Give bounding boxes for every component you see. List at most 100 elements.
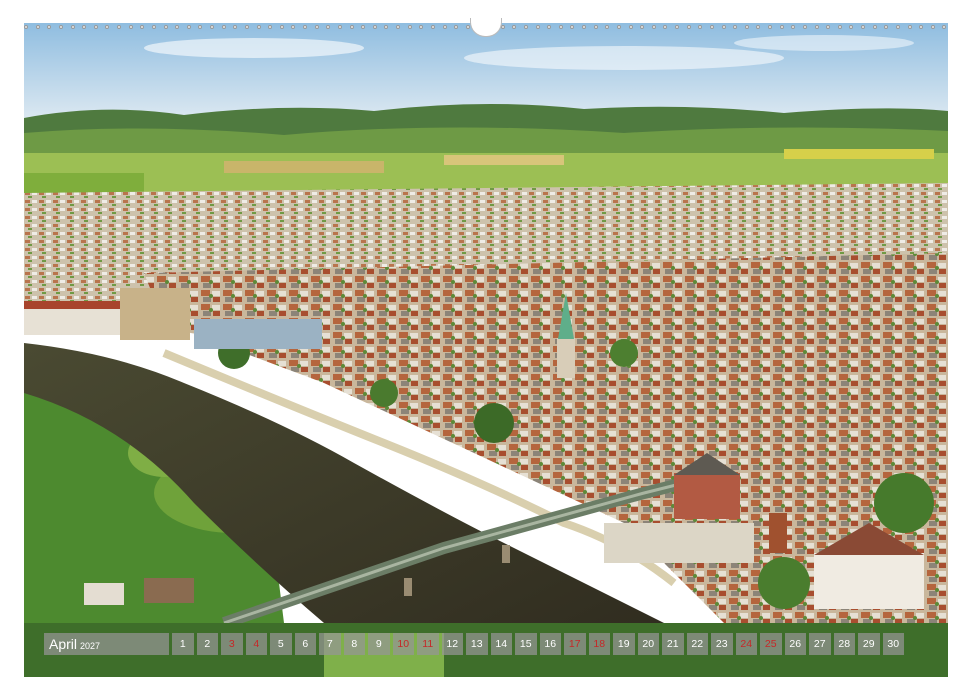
spiral-ring bbox=[895, 25, 900, 29]
day-cell: 4 bbox=[245, 633, 267, 655]
day-cell: 10 bbox=[392, 633, 414, 655]
day-cell: 23 bbox=[711, 633, 733, 655]
day-cell: 24 bbox=[735, 633, 757, 655]
day-cells: 1 2 3 4 5 6 7 8 9 10 11 12 13 14 15 16 17 18 19 20 21 22 23 24 2… bbox=[172, 633, 904, 655]
day-cell: 5 bbox=[270, 633, 292, 655]
spiral-ring bbox=[198, 25, 203, 29]
spiral-ring bbox=[814, 25, 819, 29]
day-cell: 25 bbox=[760, 633, 782, 655]
day-cell: 19 bbox=[613, 633, 635, 655]
day-cell: 21 bbox=[662, 633, 684, 655]
spiral-ring bbox=[837, 25, 842, 29]
spiral-ring bbox=[140, 25, 145, 29]
spiral-ring bbox=[930, 25, 935, 29]
year-label: 2027 bbox=[80, 641, 101, 651]
spiral-ring bbox=[791, 25, 796, 29]
spiral-ring bbox=[407, 25, 412, 29]
spiral-ring bbox=[268, 25, 273, 29]
spiral-ring bbox=[291, 25, 296, 29]
spiral-ring bbox=[919, 25, 924, 29]
day-cell: 12 bbox=[441, 633, 463, 655]
spiral-ring bbox=[465, 25, 470, 29]
spiral-ring bbox=[768, 25, 772, 29]
day-cell: 30 bbox=[882, 633, 904, 655]
spiral-ring bbox=[616, 25, 621, 29]
spiral-ring bbox=[454, 25, 459, 29]
spiral-ring bbox=[558, 25, 563, 29]
spiral-ring bbox=[82, 25, 87, 29]
spiral-ring bbox=[721, 25, 726, 29]
day-cell: 13 bbox=[466, 633, 488, 655]
spiral-ring bbox=[210, 25, 214, 29]
spiral-ring bbox=[686, 25, 691, 29]
spiral-ring bbox=[244, 25, 249, 29]
spiral-ring bbox=[47, 25, 52, 29]
day-cell: 3 bbox=[221, 633, 243, 655]
spiral-ring bbox=[884, 25, 889, 29]
day-cell: 20 bbox=[637, 633, 659, 655]
day-cell: 17 bbox=[564, 633, 586, 655]
day-cell: 26 bbox=[784, 633, 806, 655]
spiral-ring bbox=[628, 25, 633, 29]
spiral-ring bbox=[175, 25, 180, 29]
spiral-ring bbox=[593, 25, 598, 29]
spiral-ring bbox=[70, 25, 75, 29]
spiral-ring bbox=[396, 25, 400, 29]
spiral-ring bbox=[35, 25, 40, 29]
spiral-ring bbox=[384, 25, 389, 29]
spiral-ring bbox=[942, 25, 947, 29]
spiral-ring bbox=[523, 25, 528, 29]
spiral-ring bbox=[744, 25, 749, 29]
spiral-ring bbox=[314, 25, 319, 29]
spiral-ring bbox=[58, 25, 63, 29]
spiral-ring bbox=[93, 25, 98, 29]
spiral-ring bbox=[709, 25, 714, 29]
spiral-ring bbox=[861, 25, 865, 29]
spiral-ring bbox=[221, 25, 226, 29]
day-cell: 14 bbox=[490, 633, 512, 655]
spiral-ring bbox=[640, 25, 645, 29]
spiral-ring bbox=[802, 25, 807, 29]
spiral-ring bbox=[663, 25, 668, 29]
day-cell: 11 bbox=[417, 633, 439, 655]
spiral-ring bbox=[675, 25, 679, 29]
spiral-ring bbox=[256, 25, 261, 29]
spiral-ring bbox=[582, 25, 586, 29]
day-cell: 1 bbox=[172, 633, 194, 655]
spiral-ring bbox=[326, 25, 331, 29]
spiral-ring bbox=[186, 25, 191, 29]
spiral-ring bbox=[279, 25, 284, 29]
day-cell: 2 bbox=[196, 633, 218, 655]
spiral-ring bbox=[303, 25, 307, 29]
month-label: April 2027 bbox=[44, 633, 169, 655]
spiral-ring bbox=[570, 25, 575, 29]
spiral-ring bbox=[535, 25, 540, 29]
spiral-ring bbox=[605, 25, 610, 29]
aerial-town-photo bbox=[24, 23, 948, 677]
spiral-ring bbox=[698, 25, 703, 29]
day-cell: 7 bbox=[319, 633, 341, 655]
spiral-ring bbox=[128, 25, 133, 29]
spiral-ring bbox=[733, 25, 738, 29]
day-cell: 18 bbox=[588, 633, 610, 655]
spiral-ring bbox=[826, 25, 831, 29]
month-name: April bbox=[49, 636, 78, 652]
spiral-ring bbox=[105, 25, 110, 29]
spiral-ring bbox=[337, 25, 342, 29]
day-cell: 6 bbox=[294, 633, 316, 655]
spiral-ring bbox=[361, 25, 366, 29]
spiral-ring bbox=[151, 25, 156, 29]
spiral-ring bbox=[163, 25, 168, 29]
spiral-ring bbox=[512, 25, 517, 29]
spiral-ring bbox=[547, 25, 552, 29]
spiral-ring bbox=[442, 25, 447, 29]
spiral-ring bbox=[372, 25, 377, 29]
spiral-ring bbox=[651, 25, 656, 29]
day-cell: 9 bbox=[368, 633, 390, 655]
spiral-ring bbox=[430, 25, 435, 29]
day-cell: 29 bbox=[858, 633, 880, 655]
spiral-ring bbox=[872, 25, 877, 29]
spiral-ring bbox=[756, 25, 761, 29]
spiral-ring bbox=[419, 25, 424, 29]
spiral-ring bbox=[117, 25, 121, 29]
